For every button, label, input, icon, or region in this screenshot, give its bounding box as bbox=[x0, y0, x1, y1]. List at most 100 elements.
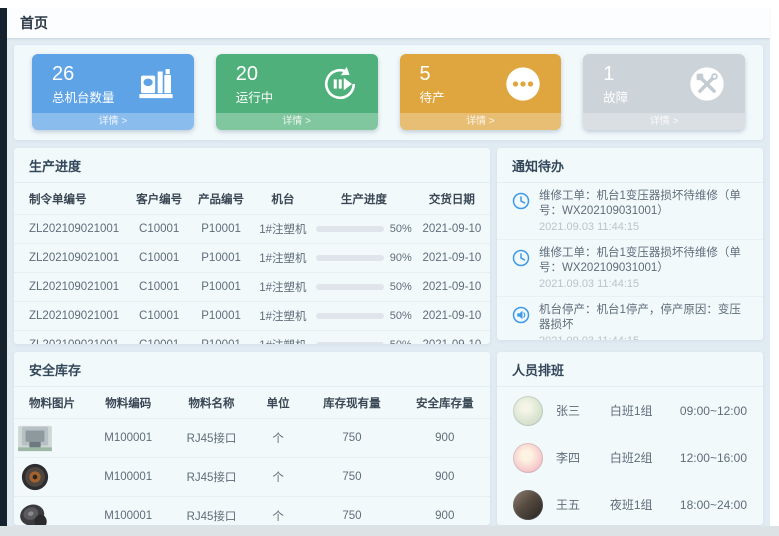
bottom-status-strip bbox=[0, 526, 779, 536]
progress-percent: 50% bbox=[390, 223, 412, 235]
product-no-cell: P10001 bbox=[190, 273, 252, 302]
column-header-material-name: 物料名称 bbox=[171, 387, 252, 419]
production-table-row: ZL202109021001 C10001 P10001 1#注塑机 bbox=[14, 273, 490, 302]
progress-cell: 50% bbox=[314, 273, 414, 302]
column-header-machine: 机台 bbox=[252, 183, 314, 215]
progress-percent: 50% bbox=[390, 310, 412, 322]
safety-inventory-panel: 安全库存 物料图片 物料编码 物料名称 单位 库存现有量 安全库存量 bbox=[14, 352, 490, 525]
column-header-product-no: 产品编号 bbox=[190, 183, 252, 215]
staff-row: 张三 白班1组 09:00~12:00 bbox=[497, 387, 763, 434]
stat-detail-link[interactable]: 详情 > bbox=[583, 113, 745, 130]
notification-item[interactable]: 机台停产：机台1停产，停产原因：变压器损坏 2021.09.03 11:44:1… bbox=[497, 297, 763, 340]
progress-percent: 50% bbox=[390, 281, 412, 293]
customer-no-cell: C10001 bbox=[128, 302, 190, 331]
stock-qty-cell: 750 bbox=[304, 419, 399, 458]
stat-card[interactable]: 5 待产 bbox=[400, 54, 562, 130]
customer-no-cell: C10001 bbox=[128, 331, 190, 345]
material-code-cell: M100001 bbox=[85, 497, 171, 526]
product-no-cell: P10001 bbox=[190, 302, 252, 331]
progress-bar: 90% bbox=[316, 252, 412, 264]
speaker-front-image bbox=[16, 462, 54, 492]
stat-card[interactable]: 20 运行中 bbox=[216, 54, 378, 130]
progress-cell: 50% bbox=[314, 331, 414, 345]
staff-name: 张三 bbox=[556, 402, 610, 419]
inventory-panel-title: 安全库存 bbox=[14, 352, 490, 387]
delivery-date-cell: 2021-09-10 bbox=[414, 244, 490, 273]
notification-icon bbox=[511, 191, 531, 211]
stat-label: 待产 bbox=[420, 87, 445, 106]
tools-icon bbox=[687, 64, 727, 104]
page-header: 首页 bbox=[7, 8, 770, 38]
notification-timestamp: 2021.09.03 11:44:15 bbox=[539, 278, 750, 290]
notification-item[interactable]: 维修工单：机台1变压器损坏待维修（单号：WX202109031001） 2021… bbox=[497, 183, 763, 240]
column-header-order-no: 制令单编号 bbox=[14, 183, 128, 215]
machine-icon bbox=[136, 64, 176, 104]
delivery-date-cell: 2021-09-10 bbox=[414, 302, 490, 331]
staff-shift-time: 12:00~16:00 bbox=[680, 451, 747, 465]
material-image-cell bbox=[14, 458, 85, 497]
notification-text: 维修工单：机台1变压器损坏待维修（单号：WX202109031001） bbox=[539, 189, 750, 219]
stat-detail-link[interactable]: 详情 > bbox=[216, 113, 378, 130]
production-table-row: ZL202109021001 C10001 P10001 1#注塑机 bbox=[14, 302, 490, 331]
unit-cell: 个 bbox=[252, 458, 304, 497]
stat-value: 5 bbox=[420, 62, 445, 86]
inventory-table-header-row: 物料图片 物料编码 物料名称 单位 库存现有量 安全库存量 bbox=[14, 387, 490, 419]
clock-icon bbox=[511, 248, 531, 268]
order-no-cell: ZL202109021001 bbox=[14, 244, 128, 273]
progress-track bbox=[316, 342, 384, 344]
material-image bbox=[16, 462, 54, 492]
safety-qty-cell: 900 bbox=[400, 497, 490, 526]
material-name-cell: RJ45接口 bbox=[171, 419, 252, 458]
staff-shift: 白班2组 bbox=[610, 449, 680, 466]
staff-row: 李四 白班2组 12:00~16:00 bbox=[497, 434, 763, 481]
product-no-cell: P10001 bbox=[190, 215, 252, 244]
customer-no-cell: C10001 bbox=[128, 244, 190, 273]
unit-cell: 个 bbox=[252, 419, 304, 458]
running-cycle-icon bbox=[320, 64, 360, 104]
stat-detail-link[interactable]: 详情 > bbox=[400, 113, 562, 130]
delivery-date-cell: 2021-09-10 bbox=[414, 273, 490, 302]
progress-track bbox=[316, 255, 384, 261]
order-no-cell: ZL202109021001 bbox=[14, 302, 128, 331]
notification-body: 机台停产：机台1停产，停产原因：变压器损坏 2021.09.03 11:44:1… bbox=[539, 303, 750, 340]
stat-value: 1 bbox=[603, 62, 628, 86]
progress-bar: 50% bbox=[316, 339, 412, 344]
machine-cell: 1#注塑机 bbox=[252, 302, 314, 331]
stat-card-icon bbox=[320, 64, 360, 104]
production-table-header-row: 制令单编号 客户编号 产品编号 机台 生产进度 交货日期 bbox=[14, 183, 490, 215]
stat-card[interactable]: 26 总机台数量 bbox=[32, 54, 194, 130]
speaker-angled-image bbox=[16, 501, 54, 525]
staff-avatar bbox=[513, 490, 543, 520]
staff-shift-time: 09:00~12:00 bbox=[680, 404, 747, 418]
machine-cell: 1#注塑机 bbox=[252, 273, 314, 302]
stat-card-texts: 5 待产 bbox=[420, 62, 445, 106]
material-code-cell: M100001 bbox=[85, 419, 171, 458]
progress-cell: 50% bbox=[314, 215, 414, 244]
notification-item[interactable]: 维修工单：机台1变压器损坏待维修（单号：WX202109031001） 2021… bbox=[497, 240, 763, 297]
collapsed-sidebar[interactable] bbox=[0, 8, 7, 526]
dashboard-content: 26 总机台数量 bbox=[7, 38, 770, 526]
material-image-cell bbox=[14, 419, 85, 458]
staffing-panel-title: 人员排班 bbox=[497, 352, 763, 387]
inventory-table-row: M100001 RJ45接口 个 750 900 bbox=[14, 458, 490, 497]
stat-value: 20 bbox=[236, 62, 274, 86]
stock-qty-cell: 750 bbox=[304, 458, 399, 497]
material-name-cell: RJ45接口 bbox=[171, 458, 252, 497]
clock-icon bbox=[511, 191, 531, 211]
material-name-cell: RJ45接口 bbox=[171, 497, 252, 526]
dashboard-window: 首页 26 总机台数量 bbox=[0, 0, 779, 536]
production-table-row: ZL202109021001 C10001 P10001 1#注塑机 bbox=[14, 244, 490, 273]
notification-timestamp: 2021.09.03 11:44:15 bbox=[539, 221, 750, 233]
unit-cell: 个 bbox=[252, 497, 304, 526]
machine-cell: 1#注塑机 bbox=[252, 244, 314, 273]
progress-percent: 50% bbox=[390, 339, 412, 344]
production-table-row: ZL202109021001 C10001 P10001 1#注塑机 bbox=[14, 215, 490, 244]
stat-card-icon bbox=[503, 64, 543, 104]
column-header-material-image: 物料图片 bbox=[14, 387, 85, 419]
material-image bbox=[16, 501, 54, 525]
stat-card[interactable]: 1 故障 bbox=[583, 54, 745, 130]
column-header-progress: 生产进度 bbox=[314, 183, 414, 215]
column-header-stock-qty: 库存现有量 bbox=[304, 387, 399, 419]
progress-track bbox=[316, 226, 384, 232]
stat-detail-link[interactable]: 详情 > bbox=[32, 113, 194, 130]
